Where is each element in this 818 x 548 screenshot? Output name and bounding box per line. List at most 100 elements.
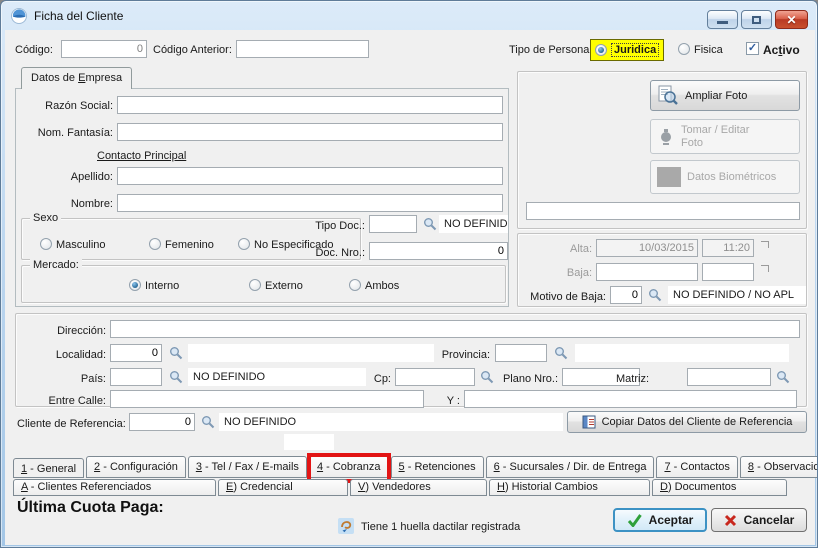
tipo-doc-input[interactable] <box>369 215 417 233</box>
matriz-input[interactable] <box>687 368 771 386</box>
razon-social-input[interactable] <box>117 96 503 114</box>
maximize-button[interactable] <box>741 10 772 29</box>
pais-label: País: <box>20 373 106 385</box>
apellido-label: Apellido: <box>53 171 113 183</box>
localidad-search-icon[interactable] <box>168 345 184 361</box>
tab-1-general[interactable]: 1 - General <box>13 458 84 478</box>
provincia-label: Provincia: <box>430 349 490 361</box>
baja-fecha-input[interactable] <box>596 263 698 281</box>
juridica-radio[interactable] <box>595 44 607 56</box>
pais-search-icon[interactable] <box>168 369 184 385</box>
mercado-interno-radio[interactable] <box>129 279 141 291</box>
cp-input[interactable] <box>395 368 475 386</box>
tab-8-observaciones[interactable]: 8 - Observaciones <box>740 456 818 478</box>
check-green-icon <box>627 514 642 527</box>
matriz-search-icon[interactable] <box>775 369 791 385</box>
mercado-ambos-label: Ambos <box>365 280 399 292</box>
doc-nro-input[interactable] <box>369 242 508 260</box>
nom-fantasia-label: Nom. Fantasía: <box>21 127 113 139</box>
huella-status-text: Tiene 1 huella dactilar registrada <box>361 521 520 533</box>
ampliar-foto-button[interactable]: Ampliar Foto <box>650 80 800 111</box>
cliente-referencia-label: Cliente de Referencia: <box>17 418 126 430</box>
mercado-externo-radio[interactable] <box>249 279 261 291</box>
mercado-externo-label: Externo <box>265 280 303 292</box>
tab-6-sucursales[interactable]: 6 - Sucursales / Dir. de Entrega <box>486 456 655 478</box>
tipo-persona-juridica-option[interactable]: Juridica <box>590 39 664 61</box>
cancelar-button[interactable]: Cancelar <box>711 508 807 532</box>
close-button[interactable]: ✕ <box>775 10 808 29</box>
localidad-desc <box>188 344 434 362</box>
maximize-icon <box>752 16 761 24</box>
nombre-label: Nombre: <box>53 198 113 210</box>
tab-2-configuracion[interactable]: 2 - Configuración <box>86 456 186 478</box>
sexo-masculino-radio[interactable] <box>40 238 52 250</box>
dialog-client-area: Código: Código Anterior: Tipo de Persona… <box>5 30 815 545</box>
alta-hora-input <box>702 239 754 257</box>
window-controls: ✕ <box>707 10 808 29</box>
pais-desc: NO DEFINIDO <box>188 368 366 386</box>
tab-strip-row2: A - Clientes Referenciados E) Credencial… <box>13 479 789 496</box>
sexo-femenino-radio[interactable] <box>149 238 161 250</box>
sexo-no-especificado-radio[interactable] <box>238 238 250 250</box>
fisica-radio[interactable] <box>678 43 690 55</box>
cliente-referencia-input[interactable] <box>129 413 195 431</box>
copiar-datos-referencia-button[interactable]: Copiar Datos del Cliente de Referencia <box>567 411 807 433</box>
provincia-input[interactable] <box>495 344 547 362</box>
motivo-baja-label: Motivo de Baja: <box>518 291 606 303</box>
plano-nro-label: Plano Nro.: <box>498 373 558 385</box>
tipo-doc-search-icon[interactable] <box>422 216 438 232</box>
codigo-input[interactable] <box>61 40 147 58</box>
cliente-referencia-search-icon[interactable] <box>200 414 216 430</box>
entre-calle-label: Entre Calle: <box>20 395 106 407</box>
camera-icon <box>657 128 675 146</box>
codigo-anterior-input[interactable] <box>236 40 369 58</box>
cp-label: Cp: <box>367 373 391 385</box>
nom-fantasia-input[interactable] <box>117 123 503 141</box>
apellido-input[interactable] <box>117 167 503 185</box>
provincia-desc <box>575 344 789 362</box>
tipo-doc-label: Tipo Doc.: <box>310 220 365 232</box>
codigo-label: Código: <box>15 44 53 56</box>
razon-social-label: Razón Social: <box>27 100 113 112</box>
direccion-input[interactable] <box>110 320 800 338</box>
tab-h-historial-cambios[interactable]: H) Historial Cambios <box>489 479 650 496</box>
aceptar-button[interactable]: Aceptar <box>613 508 707 532</box>
minimize-button[interactable] <box>707 10 738 29</box>
foto-panel: Ampliar Foto Tomar / EditarFoto Datos Bi… <box>517 71 807 229</box>
provincia-search-icon[interactable] <box>553 345 569 361</box>
mercado-interno-label: Interno <box>145 280 179 292</box>
mercado-ambos-radio[interactable] <box>349 279 361 291</box>
tab-e-credencial[interactable]: E) Credencial <box>218 479 348 496</box>
motivo-baja-search-icon[interactable] <box>647 287 663 303</box>
motivo-baja-input[interactable] <box>610 286 642 304</box>
activo-checkbox[interactable]: ✓ <box>746 42 759 55</box>
tab-v-vendedores[interactable]: V) Vendedores <box>350 479 487 496</box>
baja-hora-input[interactable] <box>702 263 754 281</box>
copy-form-icon <box>582 415 596 429</box>
tipo-persona-label: Tipo de Persona: <box>509 44 592 56</box>
tab-d-documentos[interactable]: D) Documentos <box>652 479 787 496</box>
tab-4-cobranza[interactable]: 4 - Cobranza <box>309 456 389 478</box>
tab-3-tel-fax-emails[interactable]: 3 - Tel / Fax / E-mails <box>188 456 307 478</box>
referencia-extra-box <box>284 434 334 450</box>
cp-search-icon[interactable] <box>479 369 495 385</box>
alta-label: Alta: <box>532 243 592 255</box>
tab-a-clientes-referenciados[interactable]: A - Clientes Referenciados <box>13 479 216 496</box>
y-input[interactable] <box>464 390 797 408</box>
localidad-input[interactable] <box>110 344 162 362</box>
sexo-masculino-label: Masculino <box>56 239 106 251</box>
foto-nota-input[interactable] <box>526 202 800 220</box>
zoom-photo-icon <box>657 85 679 107</box>
window-title: Ficha del Cliente <box>34 9 123 23</box>
biometric-icon <box>657 167 681 187</box>
tab-7-contactos[interactable]: 7 - Contactos <box>656 456 737 478</box>
title-bar[interactable]: Ficha del Cliente <box>1 1 817 30</box>
direccion-label: Dirección: <box>20 325 106 337</box>
mercado-group-label: Mercado: <box>30 259 82 271</box>
tab-5-retenciones[interactable]: 5 - Retenciones <box>391 456 484 478</box>
pais-input[interactable] <box>110 368 162 386</box>
entre-calle-input[interactable] <box>110 390 424 408</box>
alta-baja-panel: Alta: Baja: Motivo de Baja: NO DEFINIDO … <box>517 233 807 307</box>
nombre-input[interactable] <box>117 194 503 212</box>
tab-datos-de-empresa[interactable]: Datos de Empresa <box>21 67 132 89</box>
